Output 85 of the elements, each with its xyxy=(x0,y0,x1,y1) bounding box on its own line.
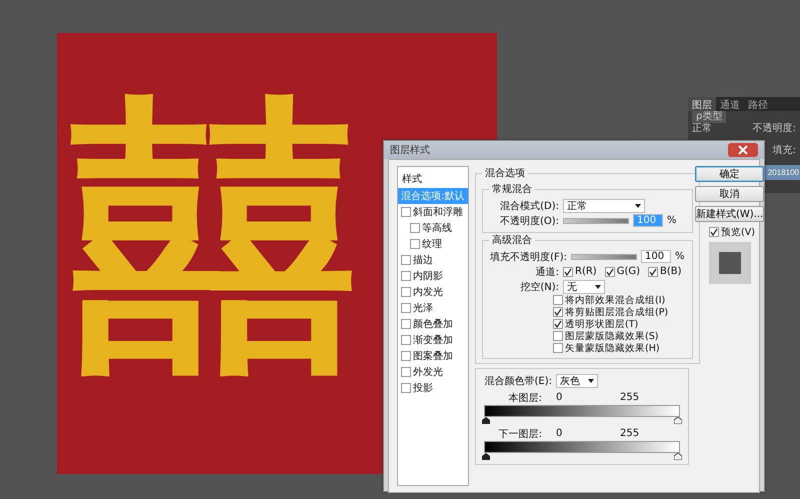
checkbox[interactable] xyxy=(401,335,411,345)
blend-mode-dropdown[interactable]: 正常 xyxy=(563,198,645,212)
style-item[interactable]: 纹理 xyxy=(398,236,468,252)
field-label: 混合模式(D): xyxy=(499,200,559,212)
caret-icon xyxy=(635,204,641,208)
checkbox[interactable] xyxy=(604,266,615,276)
checkbox[interactable] xyxy=(401,255,411,265)
field-label: 下一图层: xyxy=(498,428,542,440)
panel-tab[interactable]: 通道 xyxy=(716,97,744,111)
value-text: 255 xyxy=(620,428,640,439)
checkbox[interactable] xyxy=(709,227,719,237)
field-label: 填充不透明度(F): xyxy=(489,250,567,264)
dialog-button[interactable]: 确定 xyxy=(695,166,764,182)
field-label: 挖空(N): xyxy=(519,280,559,294)
style-item[interactable]: 内阴影 xyxy=(398,268,468,284)
style-item[interactable]: 渐变叠加 xyxy=(398,332,468,348)
style-item[interactable]: 光泽 xyxy=(398,300,468,316)
window-title: 图层样式 xyxy=(390,144,430,157)
group-title: 常规混合 xyxy=(491,182,533,196)
checkbox-label: 图层蒙版隐藏效果(S) xyxy=(565,330,658,342)
dialog-button[interactable]: 新建样式(W)... xyxy=(695,206,764,222)
fill-field[interactable]: 100 xyxy=(641,250,671,263)
checkbox[interactable] xyxy=(401,271,411,281)
checkbox[interactable] xyxy=(401,303,411,313)
group-title: 高级混合 xyxy=(491,234,533,247)
style-item[interactable]: 斜面和浮雕 xyxy=(398,204,468,220)
character-artwork: 囍 xyxy=(69,93,359,383)
knockout-dropdown[interactable]: 无 xyxy=(563,280,605,294)
style-item[interactable]: 外发光 xyxy=(398,364,468,380)
style-item[interactable]: 投影 xyxy=(398,380,468,396)
checkbox[interactable] xyxy=(553,319,563,329)
range-handle-icon[interactable] xyxy=(482,417,490,424)
checkbox[interactable] xyxy=(563,266,573,276)
caret-icon xyxy=(595,284,601,288)
caret-icon xyxy=(588,378,594,382)
checkbox-label: R(R) xyxy=(575,266,597,277)
group-title: 混合选项 xyxy=(484,166,526,180)
checkbox-label: 透明形状图层(T) xyxy=(565,318,638,330)
style-item[interactable]: 颜色叠加 xyxy=(398,316,468,332)
checkbox[interactable] xyxy=(401,207,411,217)
checkbox[interactable] xyxy=(648,266,658,276)
checkbox[interactable] xyxy=(553,331,563,341)
blend-mode-text: 正常 xyxy=(692,123,712,135)
checkbox[interactable] xyxy=(553,307,563,317)
range-handle-icon[interactable] xyxy=(482,453,490,460)
value-text: 255 xyxy=(620,392,640,403)
panel-tab[interactable]: 路径 xyxy=(744,97,772,111)
unit-text: % xyxy=(675,251,685,262)
checkbox-label: G(G) xyxy=(616,266,640,277)
checkbox-label: 将内部效果混合成组(I) xyxy=(565,294,666,306)
checkbox[interactable] xyxy=(410,239,420,249)
checkbox-label: 将剪贴图层混合成组(P) xyxy=(565,306,668,318)
close-icon[interactable] xyxy=(728,143,758,157)
checkbox[interactable] xyxy=(553,343,563,353)
filter-field[interactable]: ρ类型 xyxy=(692,111,726,123)
checkbox[interactable] xyxy=(401,367,411,377)
field-label: 不透明度(O): xyxy=(498,214,559,228)
field-label: 通道: xyxy=(534,266,559,278)
style-item[interactable]: 等高线 xyxy=(398,220,468,236)
range-handle-icon[interactable] xyxy=(674,453,682,460)
checkbox[interactable] xyxy=(553,295,563,305)
checkbox-label: 矢量蒙版隐藏效果(H) xyxy=(565,342,660,354)
styles-header: 样式 xyxy=(401,172,423,187)
checkbox[interactable] xyxy=(401,383,411,393)
style-item[interactable]: 图案叠加 xyxy=(398,348,468,364)
checkbox[interactable] xyxy=(401,319,411,329)
checkbox-label: B(B) xyxy=(660,266,682,277)
style-item[interactable]: 内发光 xyxy=(398,284,468,300)
checkbox-label: 预览(V) xyxy=(721,226,755,238)
checkbox[interactable] xyxy=(410,223,420,233)
field-label: 本图层: xyxy=(508,392,542,404)
unit-text: % xyxy=(667,215,677,226)
dialog-button[interactable]: 取消 xyxy=(695,186,764,202)
blend-if-dropdown[interactable]: 灰色 xyxy=(556,374,598,388)
opacity-label: 不透明度: xyxy=(752,123,796,135)
field-label: 混合颜色带(E): xyxy=(484,374,552,388)
checkbox[interactable] xyxy=(401,351,411,361)
checkbox[interactable] xyxy=(401,287,411,297)
style-item[interactable]: 描边 xyxy=(398,252,468,268)
value-text: 0 xyxy=(556,428,564,439)
preview-square xyxy=(719,252,741,274)
value-text: 0 xyxy=(556,392,564,403)
panel-tab[interactable]: 图层 xyxy=(688,97,716,111)
range-handle-icon[interactable] xyxy=(674,417,682,424)
fill-label: 填充: xyxy=(772,145,796,157)
